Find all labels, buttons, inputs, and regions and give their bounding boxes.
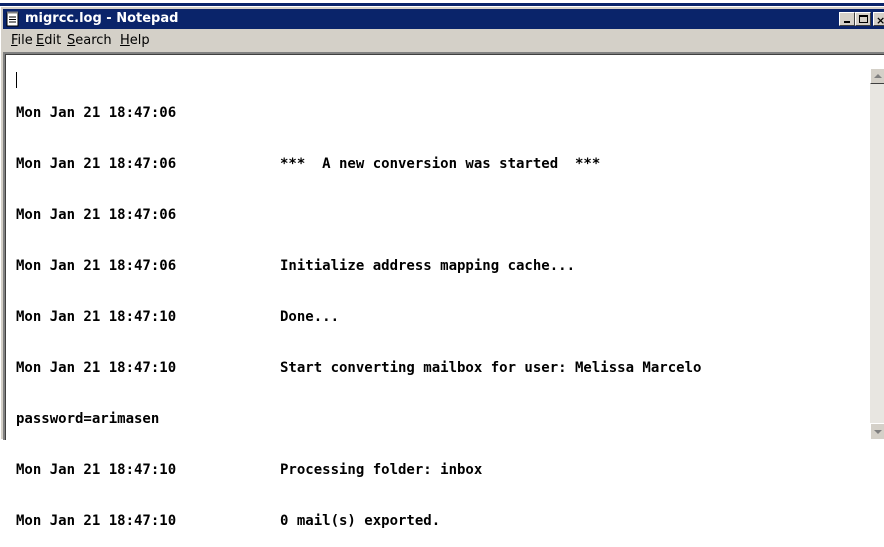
scroll-up-button[interactable]	[870, 68, 884, 84]
log-line: Mon Jan 21 18:47:10 Processing folder: in…	[16, 462, 866, 479]
log-line: Mon Jan 21 18:47:10 Done...	[16, 309, 866, 326]
log-line: Mon Jan 21 18:47:10 0 mail(s) exported.	[16, 513, 866, 530]
menu-bar: File Edit Search Help	[3, 31, 884, 51]
title-bar[interactable]: migrcc.log - Notepad ×	[3, 9, 884, 29]
log-line: Mon Jan 21 18:47:06 *** A new conversion …	[16, 156, 866, 173]
log-message: Done...	[280, 309, 340, 325]
minimize-button[interactable]	[839, 12, 855, 26]
log-timestamp: Mon Jan 21 18:47:06	[16, 105, 177, 121]
menu-edit[interactable]: Edit	[36, 31, 61, 51]
menu-file[interactable]: File	[11, 31, 33, 51]
close-icon: ×	[876, 14, 884, 27]
window-title: migrcc.log - Notepad	[25, 11, 179, 26]
log-timestamp: Mon Jan 21 18:47:06	[16, 156, 177, 172]
menu-help-mnemonic: H	[120, 33, 130, 48]
text-caret	[16, 72, 17, 88]
log-timestamp: Mon Jan 21 18:47:10	[16, 309, 177, 325]
log-timestamp: Mon Jan 21 18:47:06	[16, 258, 177, 274]
log-message: Processing folder: inbox	[280, 462, 483, 478]
menu-edit-mnemonic: E	[36, 33, 45, 48]
log-timestamp: Mon Jan 21 18:47:10	[16, 360, 177, 376]
menu-search-label: earch	[75, 33, 112, 48]
log-timestamp: Mon Jan 21 18:47:10	[16, 513, 177, 529]
log-timestamp: Mon Jan 21 18:47:10	[16, 462, 177, 478]
scroll-down-arrow-icon	[874, 430, 882, 434]
log-message: Initialize address mapping cache...	[280, 258, 576, 274]
maximize-icon	[859, 15, 868, 23]
menu-edit-label: dit	[44, 33, 62, 48]
log-message: *** A new conversion was started ***	[280, 156, 601, 172]
scroll-up-arrow-icon	[874, 74, 882, 78]
menu-search[interactable]: Search	[67, 31, 112, 51]
log-line: Mon Jan 21 18:47:10 Start converting mail…	[16, 360, 866, 377]
menu-file-label: ile	[17, 33, 33, 48]
maximize-button[interactable]	[855, 12, 871, 26]
notepad-icon[interactable]	[6, 11, 20, 27]
minimize-icon	[844, 21, 850, 23]
menu-help[interactable]: Help	[120, 31, 150, 51]
log-line: Mon Jan 21 18:47:06 Initialize address ma…	[16, 258, 866, 275]
log-text-content[interactable]: Mon Jan 21 18:47:06 Mon Jan 21 18:47:06 *…	[16, 71, 866, 547]
scroll-down-button[interactable]	[870, 423, 884, 439]
log-timestamp: Mon Jan 21 18:47:06	[16, 207, 177, 223]
vertical-scrollbar[interactable]	[870, 68, 884, 439]
log-message: Start converting mailbox for user: Melis…	[280, 360, 702, 376]
log-line: password=arimasen	[16, 411, 866, 428]
log-line: Mon Jan 21 18:47:06	[16, 105, 866, 122]
log-line: Mon Jan 21 18:47:06	[16, 207, 866, 224]
log-message: 0 mail(s) exported.	[280, 513, 441, 529]
log-timestamp: password=arimasen	[16, 411, 160, 427]
close-button[interactable]: ×	[873, 12, 884, 27]
menu-help-label: elp	[129, 33, 150, 48]
